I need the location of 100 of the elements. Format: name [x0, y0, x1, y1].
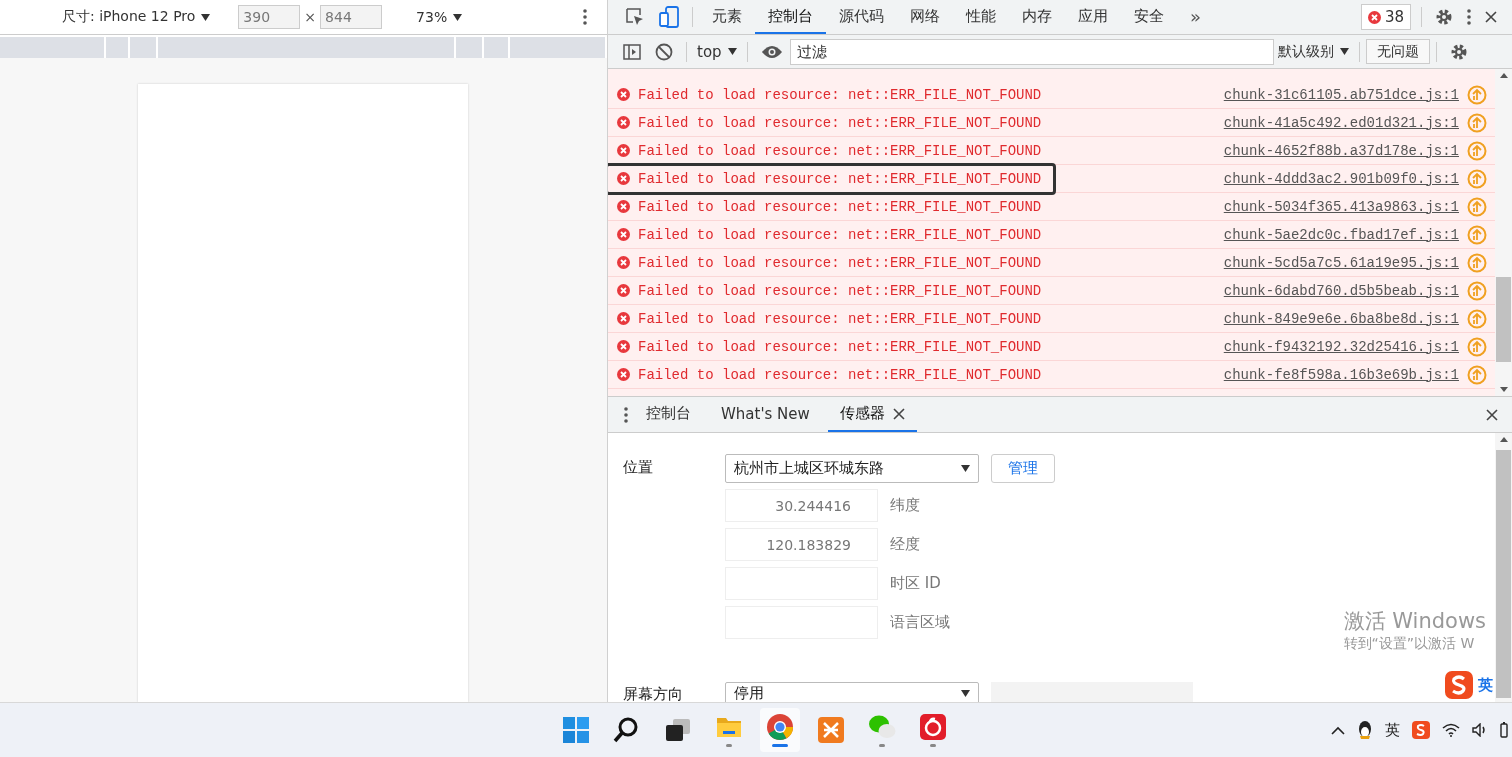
source-link[interactable]: chunk-4ddd3ac2.901b09f0.js:1: [1223, 170, 1459, 187]
error-message: Failed to load resource: net::ERR_FILE_NOT_FOUND: [638, 338, 1042, 355]
panel-tab[interactable]: 元素: [699, 0, 755, 34]
battery-icon[interactable]: [1500, 722, 1508, 738]
activation-message: 转到“设置”以激活 W: [1343, 635, 1476, 653]
error-icon: [617, 284, 630, 297]
panel-tab[interactable]: 性能: [953, 0, 1009, 34]
context-dropdown[interactable]: top: [693, 40, 741, 63]
error-message: Failed to load resource: net::ERR_FILE_NOT_FOUND: [638, 170, 1042, 187]
scroll-up-icon[interactable]: [1499, 437, 1508, 442]
sogou-s-icon[interactable]: [1412, 721, 1430, 739]
settings-icon[interactable]: [1449, 42, 1468, 61]
error-count-badge[interactable]: 38: [1360, 4, 1411, 30]
settings-icon[interactable]: [1435, 8, 1453, 26]
windows-logo-icon: [561, 716, 590, 744]
language-indicator[interactable]: 英: [1385, 720, 1400, 740]
source-link[interactable]: chunk-f9432192.32d25416.js:1: [1223, 338, 1459, 355]
scrollbar[interactable]: [1495, 433, 1512, 702]
zoom-dropdown[interactable]: 73%: [412, 7, 467, 27]
source-link[interactable]: chunk-fe8f598a.16b3e69b.js:1: [1223, 366, 1459, 383]
coordinate-field[interactable]: 30.244416: [725, 489, 878, 522]
more-tabs-button[interactable]: »: [1177, 0, 1214, 34]
panel-tab[interactable]: 网络: [897, 0, 953, 34]
close-icon[interactable]: [1485, 11, 1497, 23]
crossed-square-icon: [816, 716, 845, 744]
panel-tab[interactable]: 安全: [1121, 0, 1177, 34]
field-label: 时区 ID: [890, 574, 941, 593]
source-link[interactable]: chunk-5ae2dc0c.fbad17ef.js:1: [1223, 226, 1459, 243]
error-message: Failed to load resource: net::ERR_FILE_NOT_FOUND: [638, 254, 1042, 271]
sidebar-toggle-icon[interactable]: [623, 43, 641, 60]
clear-console-icon[interactable]: [655, 42, 673, 61]
error-message: Failed to load resource: net::ERR_FILE_NOT_FOUND: [638, 114, 1042, 131]
speaker-icon[interactable]: [1472, 723, 1488, 737]
location-select[interactable]: 杭州市上城区环城东路: [725, 454, 979, 483]
panel-tab[interactable]: 内存: [1009, 0, 1065, 34]
times-sign: ×: [304, 9, 317, 25]
caret-icon: [727, 48, 737, 55]
error-icon: [617, 256, 630, 269]
error-message: Failed to load resource: net::ERR_FILE_NOT_FOUND: [638, 142, 1042, 159]
source-link[interactable]: chunk-5cd5a7c5.61a19e95.js:1: [1223, 254, 1459, 271]
error-icon: [617, 200, 630, 213]
caret-icon: [453, 13, 463, 21]
source-link[interactable]: chunk-41a5c492.ed01d321.js:1: [1223, 114, 1459, 131]
location-label: 位置: [623, 457, 654, 478]
coordinate-field[interactable]: 120.183829: [725, 528, 878, 561]
filter-field[interactable]: 过滤: [789, 38, 1274, 65]
wifi-icon[interactable]: [1442, 723, 1460, 737]
device-toggle-icon[interactable]: [659, 6, 679, 28]
drawer-tab[interactable]: 传感器: [827, 397, 917, 432]
error-message: Failed to load resource: net::ERR_FILE_NOT_FOUND: [638, 226, 1042, 243]
chat-bubbles-icon: [867, 713, 896, 741]
chevron-up-icon[interactable]: [1331, 725, 1345, 735]
error-icon: [617, 368, 630, 381]
error-icon: [617, 312, 630, 325]
scroll-thumb[interactable]: [1496, 277, 1511, 362]
source-link[interactable]: chunk-5034f365.413a9863.js:1: [1223, 198, 1459, 215]
source-link[interactable]: chunk-849e9e6e.6ba8be8d.js:1: [1223, 310, 1459, 327]
error-message: Failed to load resource: net::ERR_FILE_NOT_FOUND: [638, 86, 1042, 103]
drawer-tab[interactable]: What's New: [709, 397, 822, 432]
caret-icon: [961, 465, 970, 472]
source-link[interactable]: chunk-4652f88b.a37d178e.js:1: [1223, 142, 1459, 159]
close-drawer-icon[interactable]: [1486, 408, 1498, 421]
scroll-down-icon[interactable]: [1499, 387, 1508, 392]
inspect-icon[interactable]: [625, 7, 645, 27]
more-options-icon[interactable]: [1467, 9, 1471, 25]
orientation-select[interactable]: 停用: [725, 682, 979, 702]
device-dropdown[interactable]: 尺寸: iPhone 12 Pro: [58, 6, 215, 28]
chrome-icon: [765, 713, 794, 741]
tab-close-icon[interactable]: [892, 407, 905, 420]
field-label: 经度: [890, 535, 920, 554]
activation-title: 激活 Windows: [1343, 608, 1486, 635]
eye-icon[interactable]: [760, 44, 783, 59]
log-level-dropdown[interactable]: 默认级别: [1273, 40, 1353, 63]
height-field[interactable]: 844: [320, 5, 383, 29]
more-options-icon[interactable]: [583, 9, 587, 25]
drawer-tab[interactable]: 控制台: [634, 397, 703, 432]
input-method-badge[interactable]: 英: [1442, 668, 1495, 702]
stacked-windows-icon: [663, 716, 692, 744]
error-message: Failed to load resource: net::ERR_FILE_NOT_FOUND: [638, 310, 1042, 327]
orientation-label: 屏幕方向: [623, 685, 684, 702]
scroll-up-icon[interactable]: [1499, 73, 1508, 78]
panel-tab[interactable]: 源代码: [826, 0, 897, 34]
error-icon: [617, 144, 630, 157]
penguin-icon[interactable]: [1357, 720, 1373, 740]
manage-button[interactable]: 管理: [991, 454, 1055, 483]
scrollbar[interactable]: [1495, 69, 1512, 396]
sogou-s-icon: [1444, 670, 1474, 700]
issues-button[interactable]: 无问题: [1365, 39, 1430, 64]
field-label: 语言区域: [890, 613, 950, 632]
error-message: Failed to load resource: net::ERR_FILE_NOT_FOUND: [638, 282, 1042, 299]
source-link[interactable]: chunk-31c61105.ab751dce.js:1: [1223, 86, 1459, 103]
caret-icon: [1339, 48, 1349, 55]
panel-tab[interactable]: 应用: [1065, 0, 1121, 34]
music-app-icon: [918, 713, 947, 741]
more-options-icon[interactable]: [624, 406, 628, 423]
scroll-thumb[interactable]: [1496, 450, 1511, 698]
caret-icon: [961, 689, 970, 697]
source-link[interactable]: chunk-6dabd760.d5b5beab.js:1: [1223, 282, 1459, 299]
caret-icon: [201, 13, 211, 21]
width-field[interactable]: 390: [238, 5, 301, 29]
